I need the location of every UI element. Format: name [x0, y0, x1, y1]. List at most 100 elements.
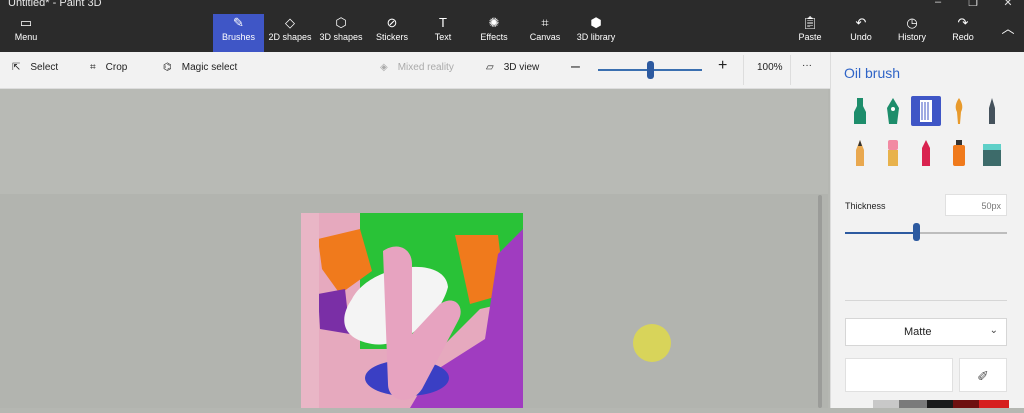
menu-label: Menu	[14, 32, 38, 42]
magic-select-button[interactable]: ⌬ Magic select	[163, 62, 237, 73]
spray-can-icon	[953, 140, 965, 166]
menu-button[interactable]: ▭ Menu	[4, 14, 48, 52]
mixed-reality-label: Mixed reality	[397, 62, 454, 73]
thickness-label: Thickness	[845, 201, 886, 211]
eraser-brush[interactable]	[878, 138, 908, 168]
library3d-button[interactable]: ⬢ 3D library	[572, 14, 620, 52]
chevron-up-icon: ︿	[1001, 21, 1015, 36]
color-swatch[interactable]	[927, 400, 953, 408]
zoom-level: 100%	[757, 62, 783, 73]
text-button[interactable]: T Text	[424, 14, 462, 52]
undo-button[interactable]: ↶ Undo	[846, 14, 876, 52]
spray-can-brush[interactable]	[944, 138, 974, 168]
crop-label: Crop	[105, 62, 128, 73]
fill-brush[interactable]	[977, 138, 1007, 168]
history-icon: ◷	[906, 15, 918, 30]
crop-button[interactable]: ⌗ Crop	[90, 62, 127, 73]
marker-icon	[854, 98, 866, 124]
pencil-icon	[856, 140, 864, 166]
shapes3d-label: 3D shapes	[319, 32, 363, 42]
brush-cursor	[633, 324, 671, 362]
brushes-label: Brushes	[221, 32, 256, 42]
pixel-pen-icon	[989, 98, 995, 124]
eyedropper-icon: ✐	[977, 368, 989, 384]
pen-icon	[887, 98, 899, 124]
crop-icon: ⌗	[90, 62, 96, 73]
vertical-scrollbar[interactable]	[818, 195, 822, 408]
view3d-button[interactable]: ▱ 3D view	[486, 62, 539, 73]
undo-label: Undo	[850, 32, 872, 42]
divider	[845, 300, 1007, 301]
minimize-icon[interactable]: –	[930, 0, 946, 8]
canvas-icon: ⌗	[541, 15, 549, 30]
view3d-label: 3D view	[503, 62, 540, 73]
thickness-input[interactable]: 50px	[945, 194, 1007, 216]
clipboard-icon: 📋︎	[801, 15, 819, 30]
redo-button[interactable]: ↷ Redo	[948, 14, 978, 52]
brush-panel: Oil brush Thickness 50px Matte ⌄ ✐	[830, 52, 1024, 408]
library-icon: ⬢	[590, 15, 602, 30]
canvas-label: Canvas	[529, 32, 561, 42]
brush-icon: ✎	[233, 15, 244, 30]
canvas-button[interactable]: ⌗ Canvas	[525, 14, 565, 52]
folder-icon: ▭	[19, 15, 33, 30]
zoom-slider-thumb[interactable]	[647, 61, 654, 79]
color-swatch[interactable]	[979, 400, 1009, 408]
mixed-reality-button[interactable]: ◈ Mixed reality	[380, 62, 454, 73]
thickness-slider-thumb[interactable]	[913, 223, 921, 241]
divider	[790, 55, 791, 85]
window-title: Untitled* - Paint 3D	[8, 0, 102, 9]
shapes2d-button[interactable]: ◇ 2D shapes	[266, 14, 314, 52]
pencil-brush[interactable]	[845, 138, 875, 168]
restore-icon[interactable]: ❐	[965, 0, 981, 9]
painting	[301, 213, 523, 408]
shapes3d-button[interactable]: ⬡ 3D shapes	[317, 14, 365, 52]
zoom-in-button[interactable]: +	[718, 57, 727, 75]
cursor-icon: ⇱	[12, 62, 21, 73]
stickers-button[interactable]: ⊘ Stickers	[371, 14, 413, 52]
redo-label: Redo	[952, 32, 974, 42]
color-swatch[interactable]	[873, 400, 899, 408]
effects-label: Effects	[480, 32, 508, 42]
drawing-canvas[interactable]	[0, 89, 828, 408]
history-button[interactable]: ◷ History	[894, 14, 930, 52]
shapes2d-label: 2D shapes	[268, 32, 312, 42]
magic-select-icon: ⌬	[163, 62, 172, 73]
effects-button[interactable]: ✺ Effects	[474, 14, 514, 52]
finish-dropdown[interactable]: Matte ⌄	[845, 318, 1007, 346]
color-swatch[interactable]	[953, 400, 979, 408]
oil-brush[interactable]	[911, 96, 941, 126]
oil-brush-icon	[920, 100, 932, 122]
finish-value: Matte	[904, 326, 932, 338]
calligraphy-pen-brush[interactable]	[878, 96, 908, 126]
pixel-pen-brush[interactable]	[977, 96, 1007, 126]
marker-brush[interactable]	[845, 96, 875, 126]
brushes-button[interactable]: ✎ Brushes	[213, 14, 264, 52]
color-swatch[interactable]	[899, 400, 927, 408]
workspace[interactable]	[0, 89, 828, 408]
fill-bucket-icon	[983, 144, 1001, 166]
sticker-icon: ⊘	[386, 15, 398, 30]
paste-button[interactable]: 📋︎ Paste	[795, 14, 825, 52]
sun-icon: ✺	[488, 15, 500, 30]
view3d-icon: ▱	[486, 62, 494, 73]
library3d-label: 3D library	[576, 32, 616, 42]
watercolor-icon	[955, 98, 963, 124]
undo-icon: ↶	[855, 15, 867, 30]
crayon-brush[interactable]	[911, 138, 941, 168]
select-button[interactable]: ⇱ Select	[12, 62, 58, 73]
watercolor-brush[interactable]	[944, 96, 974, 126]
mixed-reality-icon: ◈	[380, 62, 388, 73]
divider	[743, 55, 744, 85]
history-label: History	[897, 32, 926, 42]
panel-title: Oil brush	[844, 65, 901, 81]
zoom-out-button[interactable]: –	[571, 58, 580, 76]
eraser-icon	[888, 140, 898, 166]
eyedropper-button[interactable]: ✐	[959, 358, 1007, 392]
title-bar: Untitled* - Paint 3D – ❐ ✕ ▭ Menu ✎ Brus…	[0, 0, 1024, 52]
thickness-slider-fill	[845, 232, 917, 234]
crayon-icon	[922, 140, 930, 166]
close-icon[interactable]: ✕	[1000, 0, 1016, 9]
more-button[interactable]: ···	[802, 60, 812, 71]
current-color-swatch[interactable]	[845, 358, 953, 392]
